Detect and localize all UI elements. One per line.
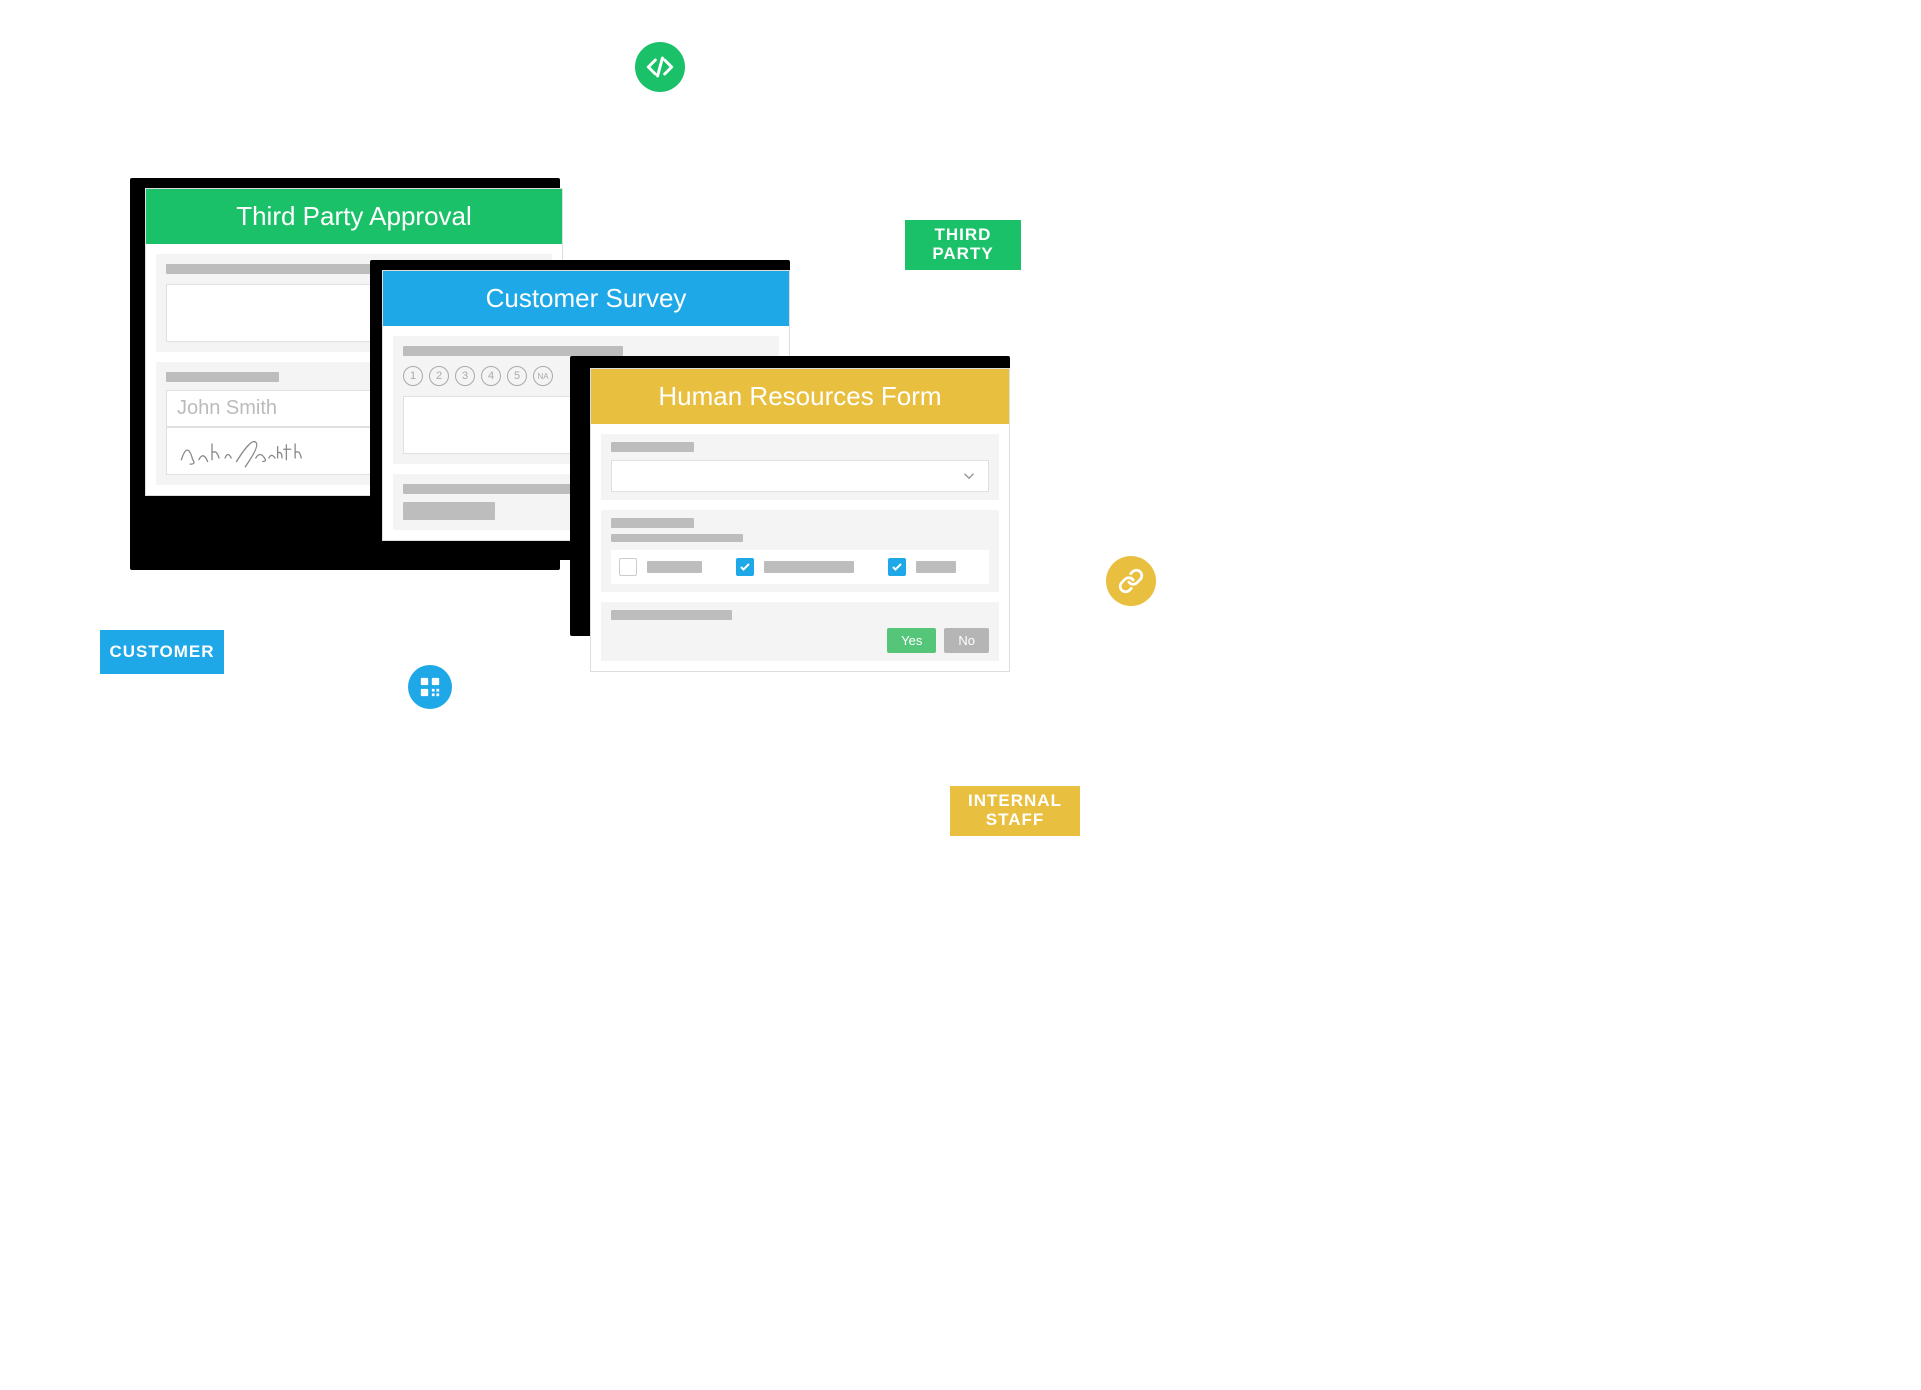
placeholder-line: [403, 346, 623, 356]
checkbox-row: [611, 550, 989, 584]
card-title: Human Resources Form: [591, 369, 1009, 424]
yes-no-row: Yes No: [611, 628, 989, 653]
qr-code-icon: [408, 665, 452, 709]
rating-option[interactable]: 1: [403, 366, 423, 386]
internal-staff-badge: INTERNAL STAFF: [950, 786, 1080, 836]
rating-option[interactable]: 5: [507, 366, 527, 386]
select-dropdown[interactable]: [611, 460, 989, 492]
rating-option[interactable]: 3: [455, 366, 475, 386]
third-party-badge: THIRD PARTY: [905, 220, 1021, 270]
form-section: [601, 510, 999, 592]
placeholder-line: [611, 518, 694, 528]
customer-badge: CUSTOMER: [100, 630, 224, 674]
placeholder-line: [764, 561, 854, 573]
badge-line: STAFF: [986, 811, 1045, 830]
card-body: Yes No: [591, 424, 1009, 671]
placeholder-line: [611, 534, 743, 542]
checkbox[interactable]: [888, 558, 906, 576]
card-title: Customer Survey: [383, 271, 789, 326]
checkbox[interactable]: [736, 558, 754, 576]
chevron-down-icon: [960, 467, 978, 485]
badge-line: PARTY: [932, 245, 993, 264]
rating-option-na[interactable]: NA: [533, 366, 553, 386]
placeholder-line: [403, 502, 495, 520]
diagram-canvas: THIRD PARTY CUSTOMER INTERNAL STAFF Thir…: [0, 0, 1921, 1390]
badge-line: INTERNAL: [968, 792, 1062, 811]
check-icon: [739, 561, 751, 573]
card-title: Third Party Approval: [146, 189, 562, 244]
placeholder-line: [611, 442, 694, 452]
link-icon: [1106, 556, 1156, 606]
form-section: Yes No: [601, 602, 999, 661]
badge-line: THIRD: [935, 226, 992, 245]
hr-form-card: Human Resources Form: [590, 368, 1010, 672]
rating-option[interactable]: 4: [481, 366, 501, 386]
yes-button[interactable]: Yes: [887, 628, 936, 653]
signature-icon: [177, 432, 317, 470]
placeholder-line: [166, 372, 279, 382]
check-icon: [891, 561, 903, 573]
placeholder-line: [166, 264, 373, 274]
no-button[interactable]: No: [944, 628, 989, 653]
rating-option[interactable]: 2: [429, 366, 449, 386]
badge-text: CUSTOMER: [110, 642, 215, 662]
code-icon: [635, 42, 685, 92]
placeholder-line: [647, 561, 702, 573]
placeholder-line: [611, 610, 732, 620]
placeholder-line: [916, 561, 956, 573]
checkbox[interactable]: [619, 558, 637, 576]
form-section: [601, 434, 999, 500]
